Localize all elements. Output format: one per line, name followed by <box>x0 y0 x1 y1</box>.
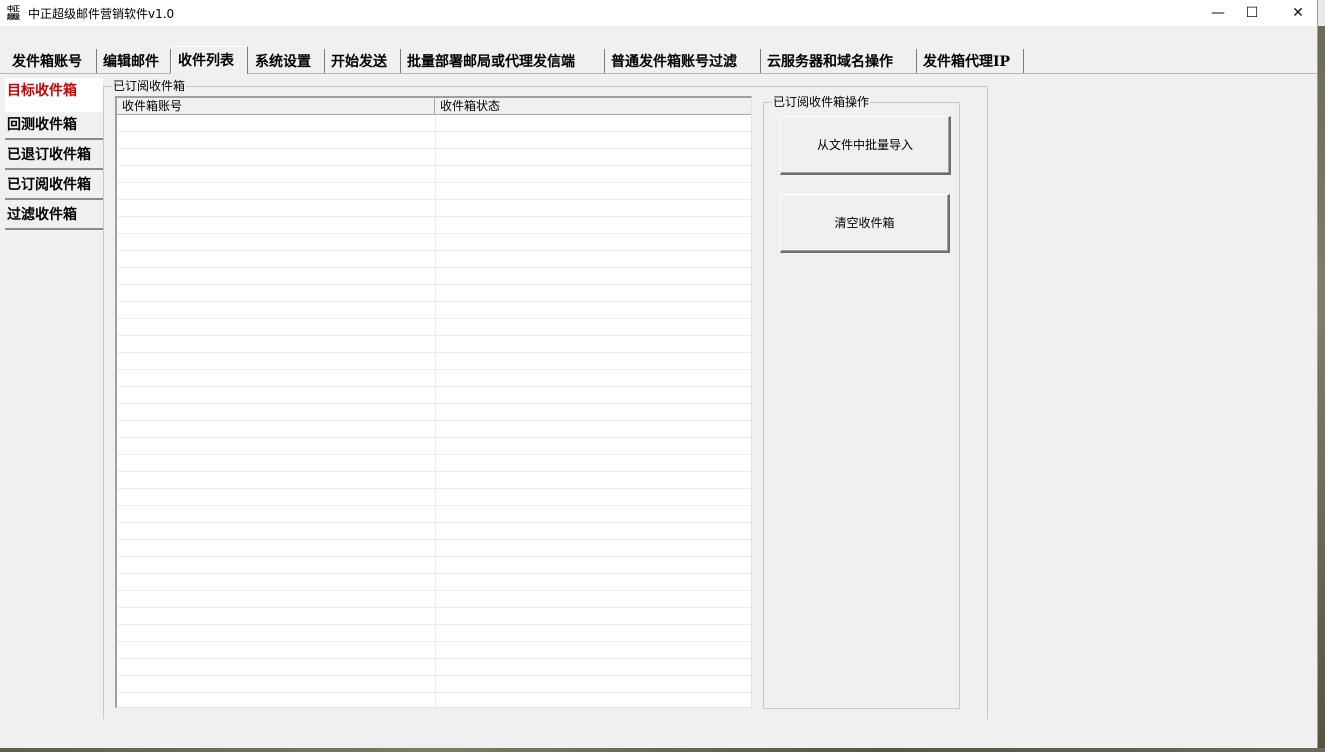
table-row[interactable] <box>117 200 751 217</box>
title-bar[interactable]: 中正超级 中正超级邮件营销软件v1.0 — ☐ ✕ <box>0 0 1317 26</box>
table-row[interactable] <box>117 353 751 370</box>
list-header: 收件箱账号 收件箱状态 <box>117 98 751 115</box>
tab-batch-deploy[interactable]: 批量部署邮局或代理发信端 <box>401 49 605 73</box>
maximize-button[interactable]: ☐ <box>1229 0 1275 26</box>
clear-inbox-button[interactable]: 清空收件箱 <box>780 194 950 253</box>
tab-sender-accounts[interactable]: 发件箱账号 <box>6 49 97 73</box>
table-row[interactable] <box>117 574 751 591</box>
table-row[interactable] <box>117 149 751 166</box>
tab-edit-email[interactable]: 编辑邮件 <box>97 49 171 73</box>
desktop-background-right <box>1318 0 1325 752</box>
table-row[interactable] <box>117 506 751 523</box>
app-icon: 中正超级 <box>7 5 20 21</box>
tab-proxy-ip[interactable]: 发件箱代理IP <box>917 49 1024 73</box>
app-window: 中正超级 中正超级邮件营销软件v1.0 — ☐ ✕ 发件箱账号 编辑邮件 收件列… <box>0 0 1318 749</box>
list-rows <box>117 115 751 707</box>
tab-sender-filter[interactable]: 普通发件箱账号过滤 <box>605 49 761 73</box>
table-row[interactable] <box>117 370 751 387</box>
column-header-inbox-account[interactable]: 收件箱账号 <box>117 98 435 115</box>
side-tab-filter-inbox[interactable]: 过滤收件箱 <box>5 202 103 230</box>
table-row[interactable] <box>117 285 751 302</box>
table-row[interactable] <box>117 676 751 693</box>
table-row[interactable] <box>117 523 751 540</box>
table-row[interactable] <box>117 183 751 200</box>
main-tab-bar: 发件箱账号 编辑邮件 收件列表 系统设置 开始发送 批量部署邮局或代理发信端 普… <box>0 46 1317 74</box>
table-row[interactable] <box>117 268 751 285</box>
tab-system-settings[interactable]: 系统设置 <box>249 49 325 73</box>
close-button[interactable]: ✕ <box>1275 0 1317 26</box>
table-row[interactable] <box>117 302 751 319</box>
table-row[interactable] <box>117 387 751 404</box>
table-row[interactable] <box>117 540 751 557</box>
table-row[interactable] <box>117 455 751 472</box>
subscribed-inbox-group-label: 已订阅收件箱 <box>112 79 187 93</box>
table-row[interactable] <box>117 319 751 336</box>
table-row[interactable] <box>117 336 751 353</box>
table-row[interactable] <box>117 115 751 132</box>
inbox-list-view[interactable]: 收件箱账号 收件箱状态 <box>115 96 752 708</box>
desktop-background-bottom <box>0 748 1325 752</box>
table-row[interactable] <box>117 234 751 251</box>
column-header-inbox-status[interactable]: 收件箱状态 <box>435 98 751 115</box>
table-row[interactable] <box>117 625 751 642</box>
tab-cloud-domain[interactable]: 云服务器和域名操作 <box>761 49 917 73</box>
table-row[interactable] <box>117 132 751 149</box>
table-row[interactable] <box>117 251 751 268</box>
table-row[interactable] <box>117 217 751 234</box>
table-row[interactable] <box>117 166 751 183</box>
side-tab-unsubscribed-inbox[interactable]: 已退订收件箱 <box>5 142 103 170</box>
table-row[interactable] <box>117 421 751 438</box>
table-row[interactable] <box>117 693 751 707</box>
import-from-file-button[interactable]: 从文件中批量导入 <box>780 116 951 175</box>
tab-recipient-list[interactable]: 收件列表 <box>171 46 248 74</box>
table-row[interactable] <box>117 642 751 659</box>
table-row[interactable] <box>117 404 751 421</box>
table-row[interactable] <box>117 557 751 574</box>
table-row[interactable] <box>117 659 751 676</box>
side-tab-subscribed-inbox[interactable]: 已订阅收件箱 <box>5 172 103 200</box>
side-tab-target-inbox[interactable]: 目标收件箱 <box>5 78 103 112</box>
tab-start-sending[interactable]: 开始发送 <box>325 49 401 73</box>
table-row[interactable] <box>117 489 751 506</box>
table-row[interactable] <box>117 472 751 489</box>
table-row[interactable] <box>117 591 751 608</box>
table-row[interactable] <box>117 608 751 625</box>
window-title: 中正超级邮件营销软件v1.0 <box>28 7 175 21</box>
table-row[interactable] <box>117 438 751 455</box>
side-tab-backtest-inbox[interactable]: 回测收件箱 <box>5 112 103 140</box>
subscribed-ops-group-label: 已订阅收件箱操作 <box>772 95 871 109</box>
